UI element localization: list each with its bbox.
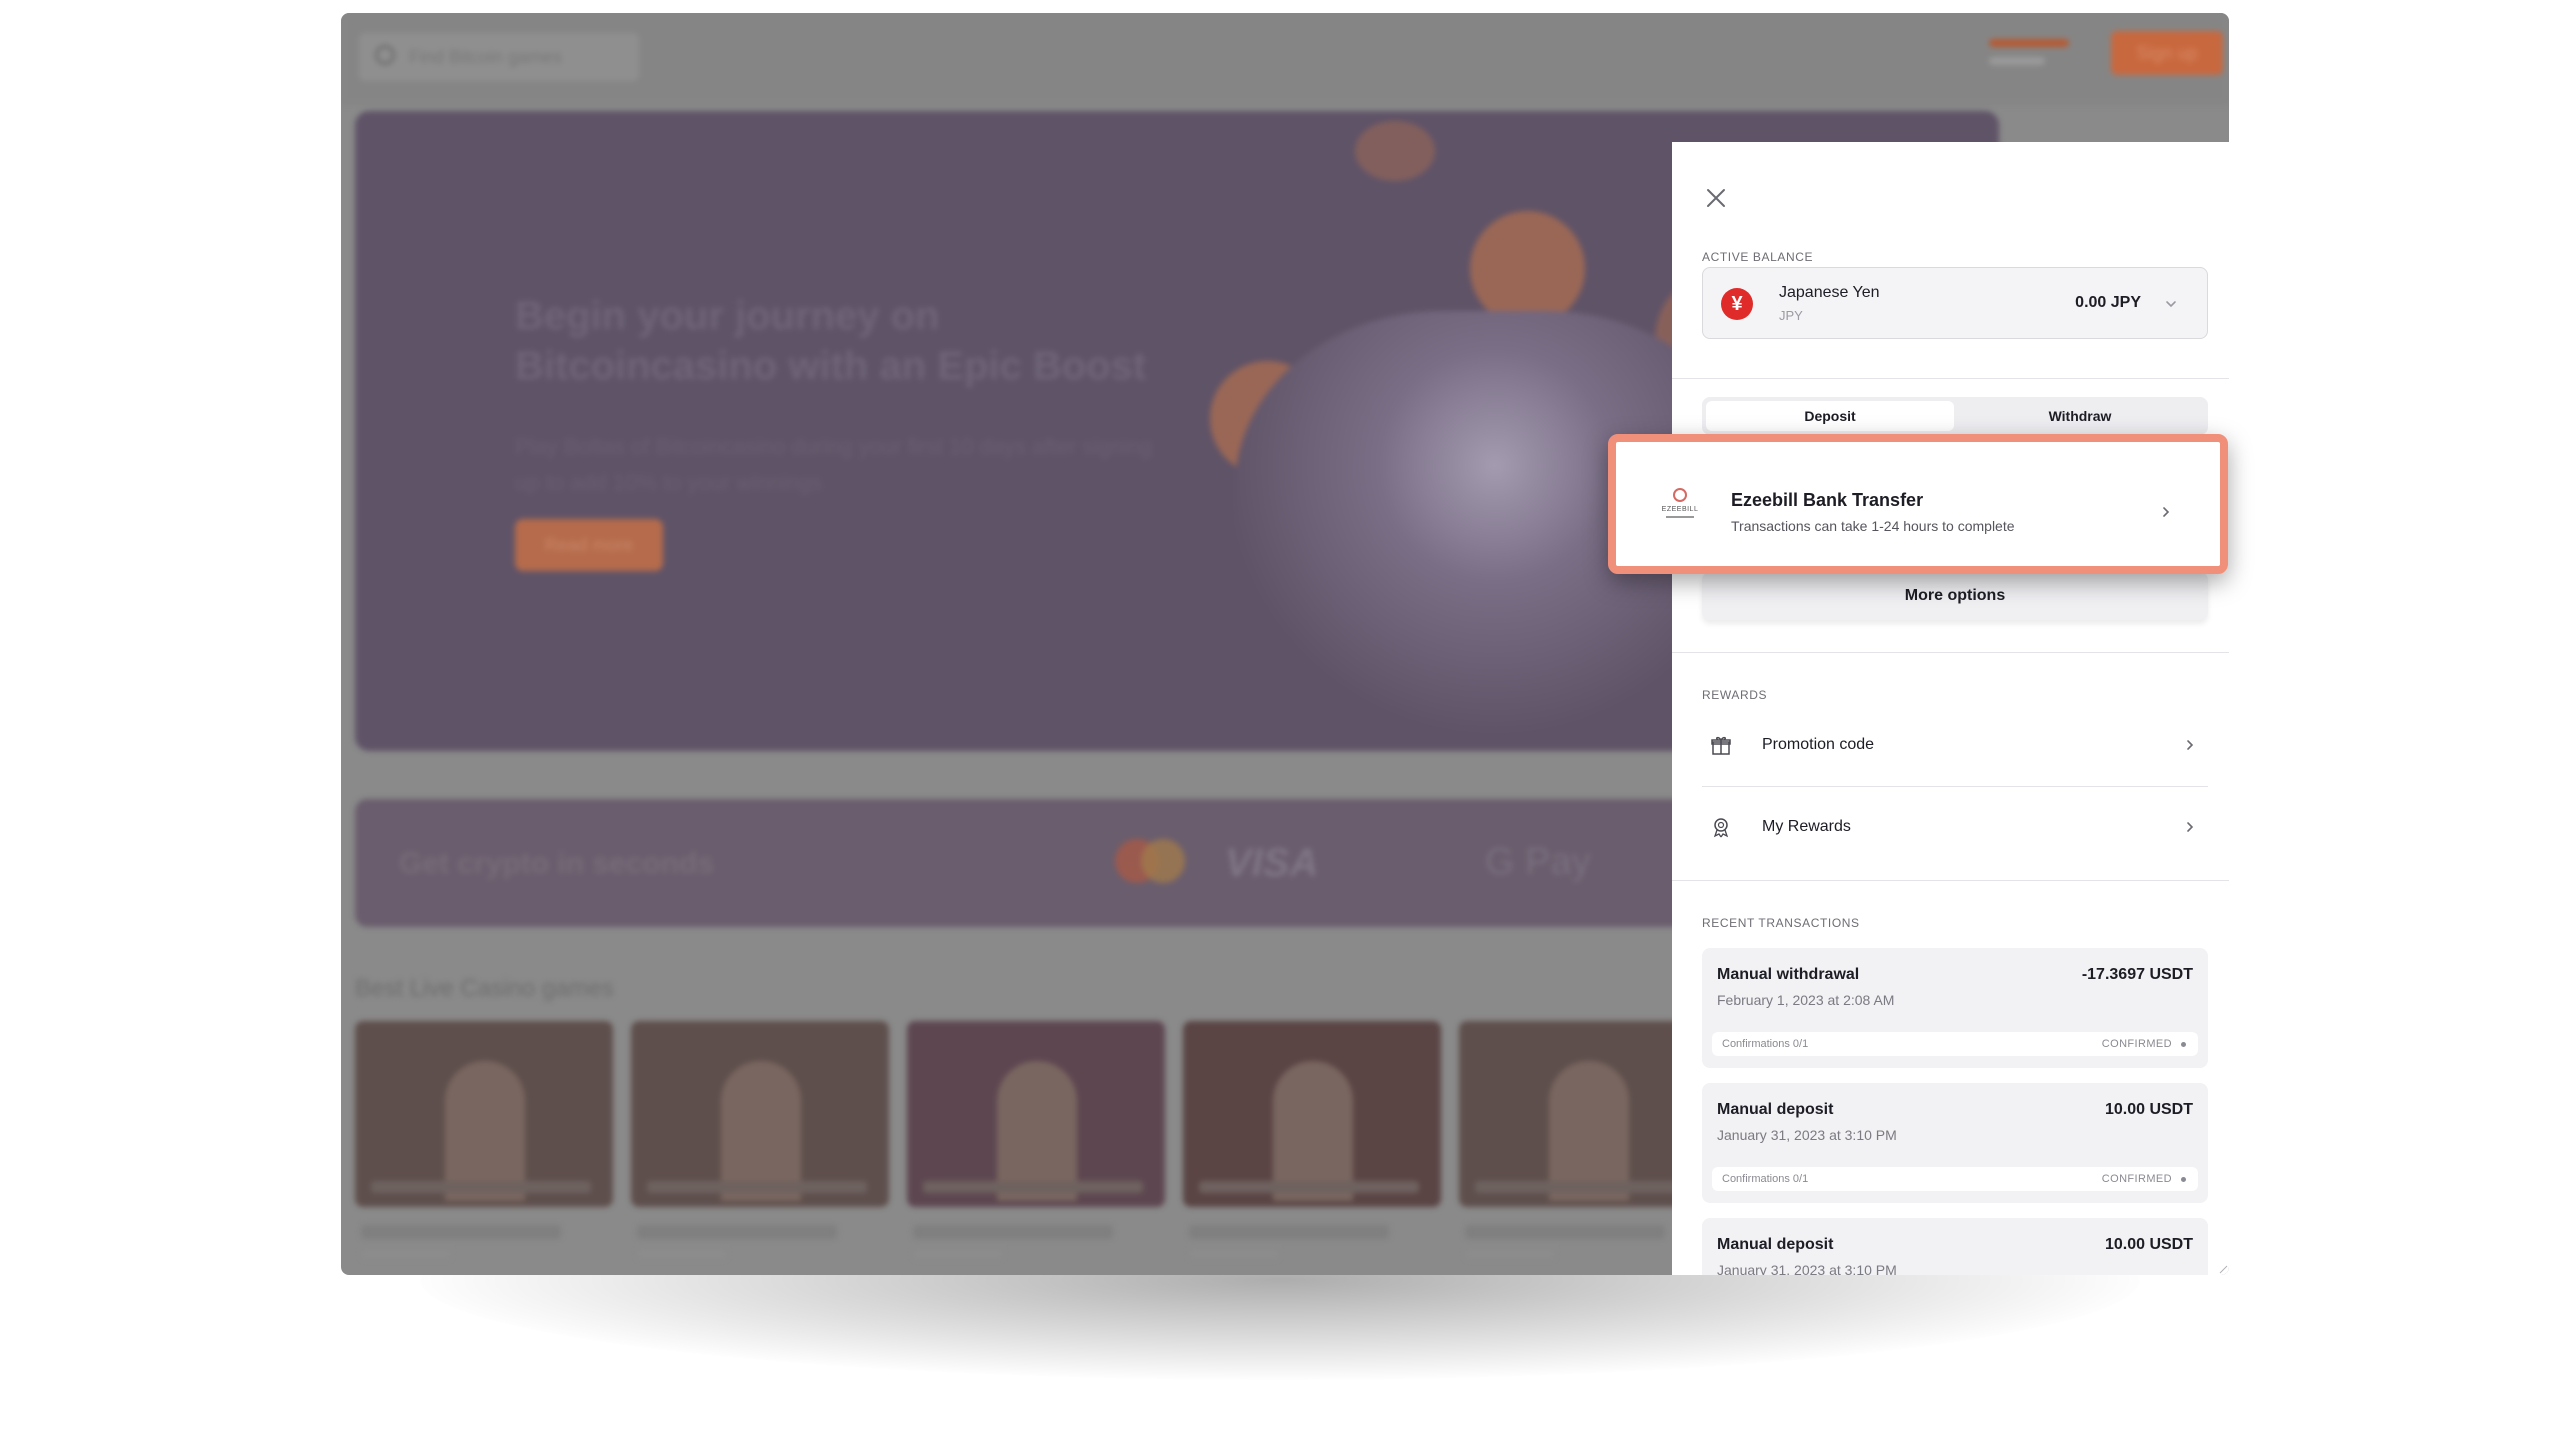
rewards-label: Rewards [1702, 688, 1768, 702]
mastercard-icon-overlap [1141, 839, 1185, 883]
currency-name: Japanese Yen [1779, 284, 1880, 301]
search-placeholder: Find Bitcoin games [409, 47, 563, 67]
tab-withdraw[interactable]: Withdraw [1956, 401, 2204, 431]
game-card-subtitle [361, 1249, 451, 1259]
active-balance-label: Active balance [1702, 250, 1814, 264]
transaction-card[interactable]: Manual deposit 10.00 USDT January 31, 20… [1702, 1083, 2208, 1203]
promotion-code-label: Promotion code [1762, 736, 1875, 753]
top-bar: Find Bitcoin games Sign up [341, 13, 2229, 105]
gift-icon [1711, 736, 1731, 755]
transaction-date: January 31, 2023 at 3:10 PM [1717, 1262, 1897, 1275]
transaction-card[interactable]: Manual deposit 10.00 USDT January 31, 20… [1702, 1218, 2208, 1275]
row-separator [1702, 786, 2208, 787]
medal-icon [1713, 818, 1729, 838]
confirmations-count: Confirmations 0/1 [1722, 1038, 1809, 1050]
yen-coin-icon: ¥ [1721, 288, 1753, 320]
transaction-date: January 31, 2023 at 3:10 PM [1717, 1127, 1897, 1143]
visa-logo: VISA [1225, 841, 1319, 885]
transaction-type: Manual deposit [1717, 1101, 1834, 1118]
confirmation-bar: Confirmations 0/1 CONFIRMED [1712, 1167, 2198, 1191]
chevron-right-icon [2187, 740, 2194, 750]
game-card[interactable] [355, 1021, 613, 1207]
games-section-title: Best Live Casino games [355, 975, 614, 1002]
search-input[interactable]: Find Bitcoin games [359, 33, 639, 81]
balance-amount: 0.00 JPY [2075, 294, 2141, 311]
resize-handle-icon[interactable] [2218, 1264, 2228, 1274]
currency-code: JPY [1779, 308, 1803, 323]
hero-read-more-button[interactable]: Read more [515, 519, 663, 571]
game-card-title [913, 1225, 1113, 1239]
account-balance-widget[interactable] [1989, 33, 2079, 73]
game-card-subtitle [1465, 1249, 1555, 1259]
game-card-subtitle [1189, 1249, 1279, 1259]
recent-transactions-label: Recent transactions [1702, 916, 1860, 930]
chevron-right-icon [2187, 822, 2194, 832]
banner-text: Get crypto in seconds [399, 847, 715, 880]
close-icon [1707, 189, 1725, 207]
ezeebill-logo: EZEEBILL [1660, 488, 1700, 524]
transaction-amount: 10.00 USDT [2104, 1101, 2193, 1118]
game-card-title [361, 1225, 561, 1239]
close-button[interactable] [1700, 182, 1732, 214]
game-card-title [1465, 1225, 1665, 1239]
signup-button[interactable]: Sign up [2111, 31, 2223, 75]
confirmations-count: Confirmations 0/1 [1722, 1173, 1809, 1185]
transaction-type: Manual withdrawal [1717, 966, 1860, 983]
game-card-subtitle [637, 1249, 727, 1259]
transaction-status: CONFIRMED [2101, 1173, 2172, 1185]
transaction-amount: -17.3697 USDT [2081, 966, 2193, 983]
my-rewards-label: My Rewards [1762, 818, 1851, 835]
transaction-type: Manual deposit [1717, 1236, 1834, 1253]
game-card-title [637, 1225, 837, 1239]
wallet-drawer: Active balance ¥ Japanese Yen JPY 0.00 J… [1672, 142, 2229, 1275]
payment-method-description: Transactions can take 1-24 hours to comp… [1731, 518, 2015, 534]
divider [1672, 880, 2229, 881]
chevron-down-icon [2166, 301, 2176, 308]
hero-description: Play Boltas of Bitcoincasino during your… [515, 434, 1153, 495]
app-window: Find Bitcoin games Sign up Begin your jo… [341, 13, 2229, 1275]
status-dot-icon [2181, 1042, 2186, 1047]
chevron-right-icon [2163, 507, 2170, 517]
promotion-code-row[interactable]: Promotion code [1702, 706, 2208, 786]
payment-method-name: Ezeebill Bank Transfer [1731, 490, 1924, 510]
currency-select[interactable]: ¥ Japanese Yen JPY 0.00 JPY [1702, 267, 2208, 339]
search-icon [375, 45, 395, 65]
game-card[interactable] [631, 1021, 889, 1207]
more-options-button[interactable]: More options [1702, 572, 2208, 620]
confirmation-bar: Confirmations 0/1 CONFIRMED [1712, 1032, 2198, 1056]
divider [1672, 378, 2229, 379]
game-card[interactable] [1183, 1021, 1441, 1207]
game-card[interactable] [907, 1021, 1165, 1207]
hero-title: Begin your journey on Bitcoincasino with… [515, 294, 1147, 388]
divider [1672, 652, 2229, 653]
my-rewards-row[interactable]: My Rewards [1702, 788, 2208, 868]
decorative-bubble [1470, 211, 1585, 326]
game-card-title [1189, 1225, 1389, 1239]
transaction-card[interactable]: Manual withdrawal -17.3697 USDT February… [1702, 948, 2208, 1068]
google-pay-logo: G Pay [1485, 841, 1591, 883]
transaction-amount: 10.00 USDT [2104, 1236, 2193, 1253]
tab-deposit[interactable]: Deposit [1706, 401, 1954, 431]
game-card-subtitle [913, 1249, 1003, 1259]
transaction-date: February 1, 2023 at 2:08 AM [1717, 992, 1895, 1008]
deposit-withdraw-tabs: Deposit Withdraw [1702, 397, 2208, 435]
payment-option-ezeebill[interactable]: EZEEBILL Ezeebill Bank Transfer Transact… [1608, 434, 2228, 574]
transaction-status: CONFIRMED [2101, 1038, 2172, 1050]
status-dot-icon [2181, 1177, 2186, 1182]
decorative-bubble [1355, 121, 1435, 181]
